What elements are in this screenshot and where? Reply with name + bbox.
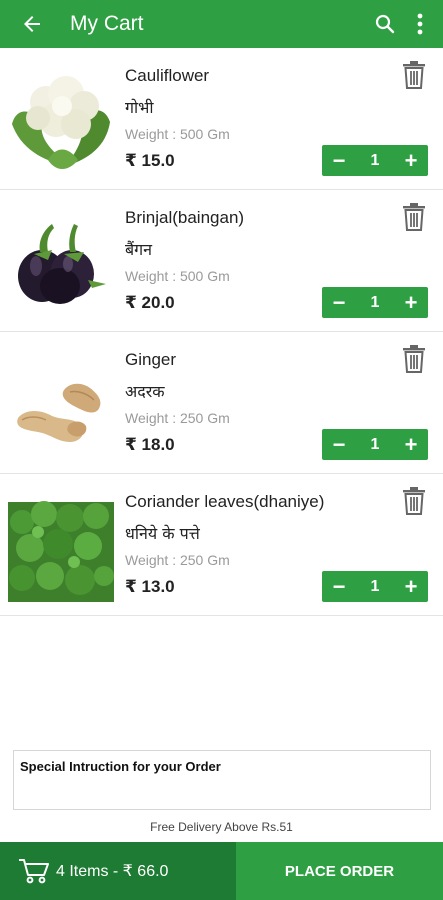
item-price: ₹ 13.0 [125, 577, 175, 596]
cart-summary[interactable]: 4 Items - ₹ 66.0 [0, 842, 236, 900]
item-hindi-name: गोभी [125, 98, 154, 117]
item-hindi-name: धनिये के पत्ते [125, 524, 200, 543]
delete-icon[interactable] [401, 486, 427, 516]
cart-item: Coriander leaves(dhaniye) धनिये के पत्ते… [0, 474, 443, 616]
decrease-button[interactable]: − [322, 145, 356, 176]
cart-list: Cauliflower गोभी Weight : 500 Gm ₹ 15.0 … [0, 48, 443, 616]
item-weight: Weight : 500 Gm [125, 268, 230, 284]
back-arrow-icon[interactable] [8, 0, 56, 48]
item-weight: Weight : 500 Gm [125, 126, 230, 142]
brinjal-image [18, 224, 106, 304]
item-price: ₹ 18.0 [125, 435, 175, 454]
item-name: Brinjal(baingan) [125, 208, 245, 227]
bottom-bar: 4 Items - ₹ 66.0 PLACE ORDER [0, 842, 443, 900]
quantity-value: 1 [370, 151, 380, 169]
decrease-button[interactable]: − [322, 429, 356, 460]
item-name: Cauliflower [125, 66, 210, 85]
place-order-button[interactable]: PLACE ORDER [236, 842, 443, 900]
item-name: Ginger [125, 350, 177, 369]
search-icon[interactable] [365, 0, 405, 48]
cart-item: Brinjal(baingan) बैंगन Weight : 500 Gm ₹… [0, 190, 443, 332]
decrease-button[interactable]: − [322, 287, 356, 318]
increase-button[interactable]: + [394, 287, 428, 318]
quantity-value: 1 [370, 435, 380, 453]
decrease-button[interactable]: − [322, 571, 356, 602]
item-name: Coriander leaves(dhaniye) [125, 492, 325, 511]
page-title: My Cart [70, 12, 144, 35]
cart-item: Cauliflower गोभी Weight : 500 Gm ₹ 15.0 … [0, 48, 443, 190]
quantity-stepper: − 1 + [322, 571, 428, 602]
item-weight: Weight : 250 Gm [125, 552, 230, 568]
free-delivery-note: Free Delivery Above Rs.51 [150, 820, 293, 834]
item-hindi-name: बैंगन [125, 240, 153, 259]
increase-button[interactable]: + [394, 571, 428, 602]
special-instruction-input[interactable] [13, 750, 431, 810]
quantity-value: 1 [370, 577, 380, 595]
item-price: ₹ 20.0 [125, 293, 175, 312]
quantity-stepper: − 1 + [322, 145, 428, 176]
increase-button[interactable]: + [394, 145, 428, 176]
item-weight: Weight : 250 Gm [125, 410, 230, 426]
quantity-stepper: − 1 + [322, 429, 428, 460]
cart-icon [19, 859, 49, 884]
delete-icon[interactable] [401, 344, 427, 374]
coriander-image [8, 501, 114, 602]
cart-total: 4 Items - ₹ 66.0 [56, 863, 169, 880]
delete-icon[interactable] [401, 60, 427, 90]
delete-icon[interactable] [401, 202, 427, 232]
app-bar: My Cart [0, 0, 443, 48]
cauliflower-image [12, 76, 110, 169]
cart-item: Ginger अदरक Weight : 250 Gm ₹ 18.0 − 1 + [0, 332, 443, 474]
quantity-value: 1 [370, 293, 380, 311]
more-vert-icon[interactable] [405, 0, 435, 48]
item-price: ₹ 15.0 [125, 151, 175, 170]
item-hindi-name: अदरक [125, 382, 165, 401]
increase-button[interactable]: + [394, 429, 428, 460]
ginger-image [17, 383, 101, 442]
quantity-stepper: − 1 + [322, 287, 428, 318]
